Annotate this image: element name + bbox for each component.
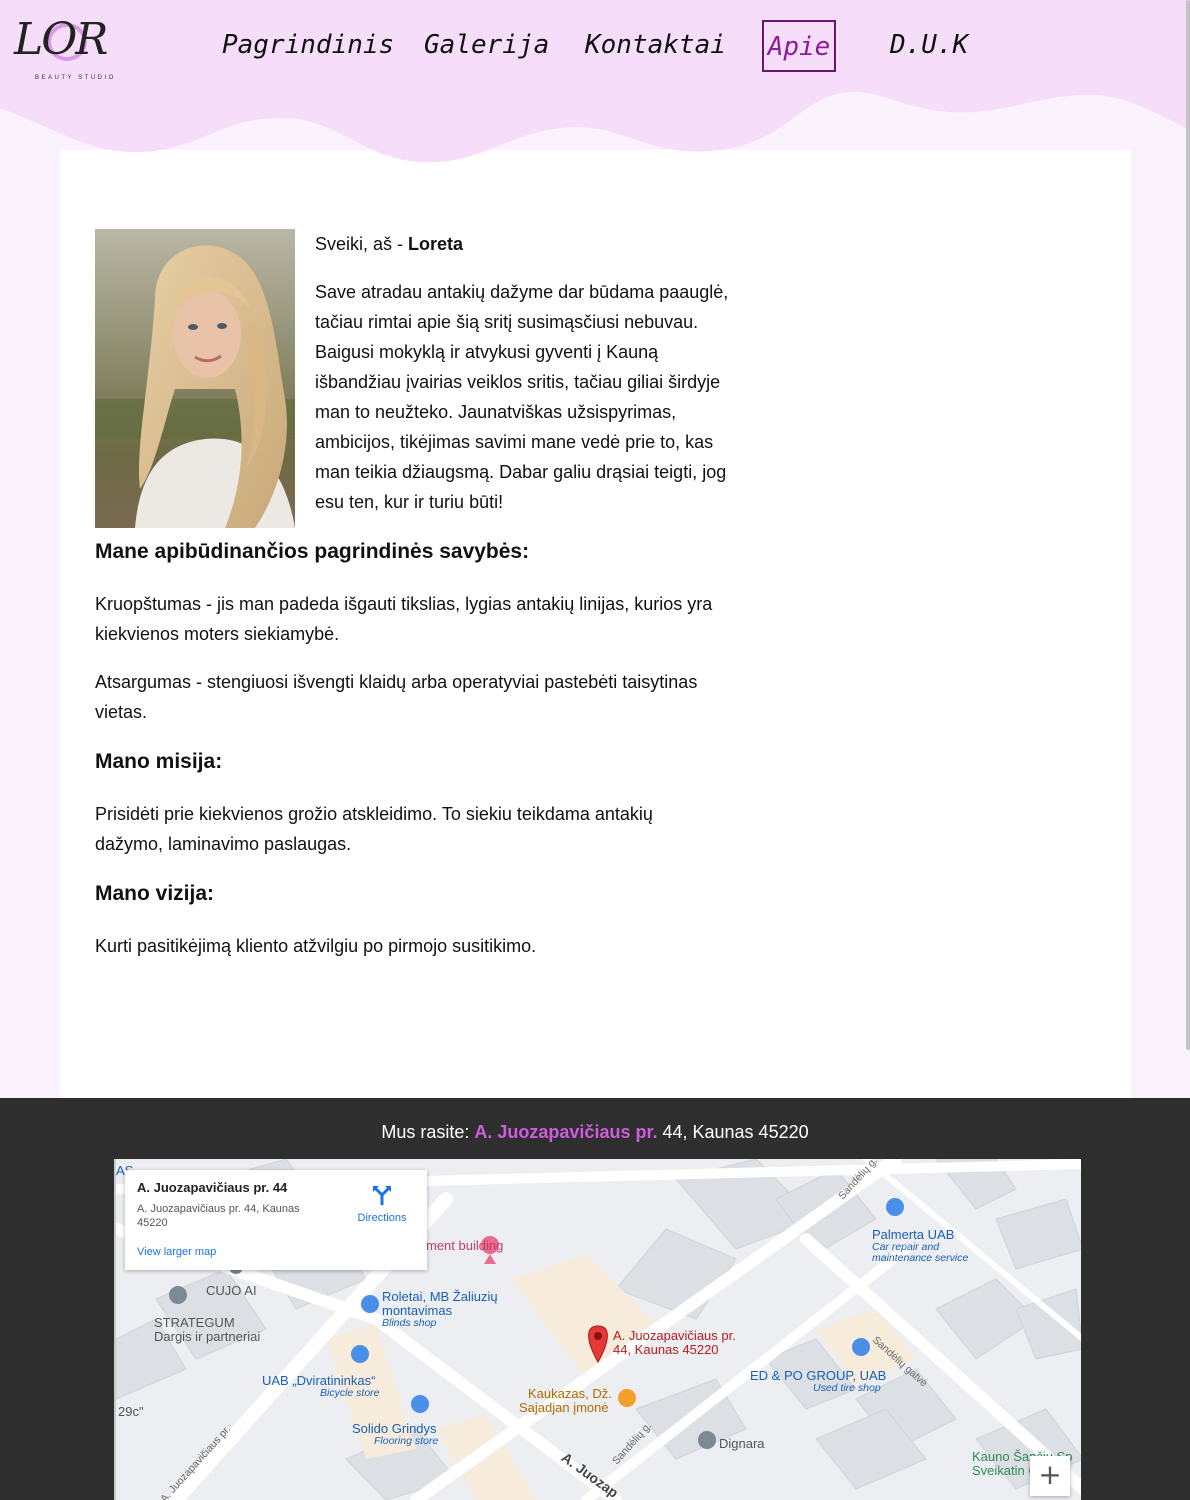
map-place-kaukazas-2[interactable]: Sajadjan įmonė — [519, 1400, 609, 1415]
greeting-prefix: Sveiki, aš - — [315, 234, 409, 254]
trait-line: kiekvienos moters siekiamybė. — [95, 624, 340, 644]
map-place-dviratininkas-sub: Bicycle store — [320, 1387, 380, 1399]
directions-button[interactable]: Directions — [347, 1184, 417, 1224]
mission-line: Prisidėti prie kiekvienos grožio atsklei… — [95, 804, 653, 824]
nav-item-galerija[interactable]: Galerija — [424, 20, 549, 72]
view-larger-map-link[interactable]: View larger map — [137, 1246, 216, 1258]
map-card-address: A. Juozapavičiaus pr. 44, Kaunas 45220 — [137, 1203, 300, 1229]
map-place-kaukazas[interactable]: Kaukazas, Dž. — [528, 1386, 612, 1401]
map-info-card: A. Juozapavičiaus pr. 44 A. Juozapavičia… — [125, 1170, 427, 1270]
map-place-strategum[interactable]: STRATEGUM — [154, 1315, 235, 1330]
intro-paragraph: Save atradau antakių dažyme dar būdama p… — [315, 277, 728, 517]
street-link[interactable]: A. Juozapavičiaus pr. — [474, 1122, 657, 1142]
map-place-solido-sub: Flooring store — [374, 1435, 439, 1447]
mission-paragraph: Prisidėti prie kiekvienos grožio atsklei… — [95, 799, 653, 859]
greeting: Sveiki, aš - Loreta — [315, 229, 463, 259]
map-place-edpo-sub: Used tire shop — [813, 1382, 881, 1394]
intro-line: man to neužteko. Jaunatviškas užsispyrim… — [315, 402, 677, 422]
intro-line: esu ten, kur ir turiu būti! — [315, 492, 504, 512]
map-pin-label-1: A. Juozapavičiaus pr. — [613, 1328, 736, 1343]
map-place-roletai-2[interactable]: montavimas — [382, 1303, 452, 1318]
map-place-dviratininkas[interactable]: UAB „Dviratininkas“ — [262, 1373, 375, 1388]
intro-line: išbandžiau įvairias veiklos sritis, tači… — [315, 372, 721, 392]
map-place-palmerta[interactable]: Palmerta UAB — [872, 1227, 954, 1242]
intro-line: Save atradau antakių dažyme dar būdama p… — [315, 282, 729, 302]
map-place-dargis[interactable]: Dargis ir partneriai — [154, 1329, 260, 1344]
trait-line: Atsargumas - stengiuosi išvengti klaidų … — [95, 672, 698, 692]
vision-heading: Mano vizija: — [95, 882, 215, 905]
logo-subtitle: BEAUTY STUDIO — [35, 75, 116, 81]
intro-line: ambicijos, tikėjimas savimi mane vedė pr… — [315, 432, 714, 452]
nav-item-pagrindinis[interactable]: Pagrindinis — [222, 20, 394, 72]
find-us-prefix: Mus rasite: — [381, 1122, 475, 1142]
map-place-apartment[interactable]: ment building — [426, 1238, 503, 1253]
traits-heading: Mane apibūdinančios pagrindinės savybės: — [95, 540, 530, 563]
map-place-edpo[interactable]: ED & PO GROUP, UAB — [750, 1368, 886, 1383]
intro-line: man teikia džiaugsmą. Dabar galiu drąsia… — [315, 462, 727, 482]
intro-line: Baigusi mokyklą ir atvykusi gyventi į Ka… — [315, 342, 659, 362]
address-rest: 44, Kaunas 45220 — [657, 1122, 809, 1142]
nav-item-kontaktai[interactable]: Kontaktai — [585, 20, 726, 72]
map-place-roletai[interactable]: Roletai, MB Žaliuzių — [382, 1289, 498, 1304]
mission-line: dažymo, laminavimo paslaugas. — [95, 834, 352, 854]
map-place-roletai-sub: Blinds shop — [382, 1317, 437, 1329]
map-zoom-in-button[interactable]: + — [1030, 1456, 1070, 1496]
portrait-photo — [95, 229, 295, 528]
trait-line: vietas. — [95, 702, 148, 722]
map-place-dignara[interactable]: Dignara — [719, 1436, 765, 1451]
map-place-palmerta-sub-2: maintenance service — [872, 1252, 969, 1264]
trait-1-paragraph: Kruopštumas - jis man padeda išgauti tik… — [95, 589, 712, 649]
directions-icon — [373, 1186, 391, 1205]
nav-item-duk[interactable]: D.U.K — [890, 20, 968, 72]
nav-item-apie[interactable]: Apie — [762, 20, 836, 72]
main-nav-foreground: Pagrindinis Galerija Kontaktai Apie D.U.… — [0, 20, 1190, 72]
map-place-edge: 29c" — [118, 1404, 144, 1419]
intro-line: tačiau rimtai apie šią sritį susimąsčius… — [315, 312, 699, 332]
map-place-cujo[interactable]: CUJO AI — [206, 1283, 257, 1298]
map-card-title: A. Juozapavičiaus pr. 44 — [137, 1180, 288, 1195]
header-foreground: LOR BEAUTY STUDIO Pagrindinis Galerija K… — [0, 0, 1190, 100]
trait-2-paragraph: Atsargumas - stengiuosi išvengti klaidų … — [95, 667, 697, 727]
map-pin-label-2: 44, Kaunas 45220 — [613, 1342, 719, 1357]
directions-label: Directions — [357, 1212, 407, 1224]
vision-paragraph: Kurti pasitikėjimą kliento atžvilgiu po … — [95, 936, 537, 956]
find-us-line: Mus rasite: A. Juozapavičiaus pr. 44, Ka… — [0, 1122, 1190, 1143]
trait-line: Kruopštumas - jis man padeda išgauti tik… — [95, 594, 713, 614]
greeting-name: Loreta — [408, 234, 464, 254]
page-scrollbar[interactable] — [1186, 0, 1190, 1050]
mission-heading: Mano misija: — [95, 750, 223, 773]
map-place-solido[interactable]: Solido Grindys — [352, 1421, 437, 1436]
